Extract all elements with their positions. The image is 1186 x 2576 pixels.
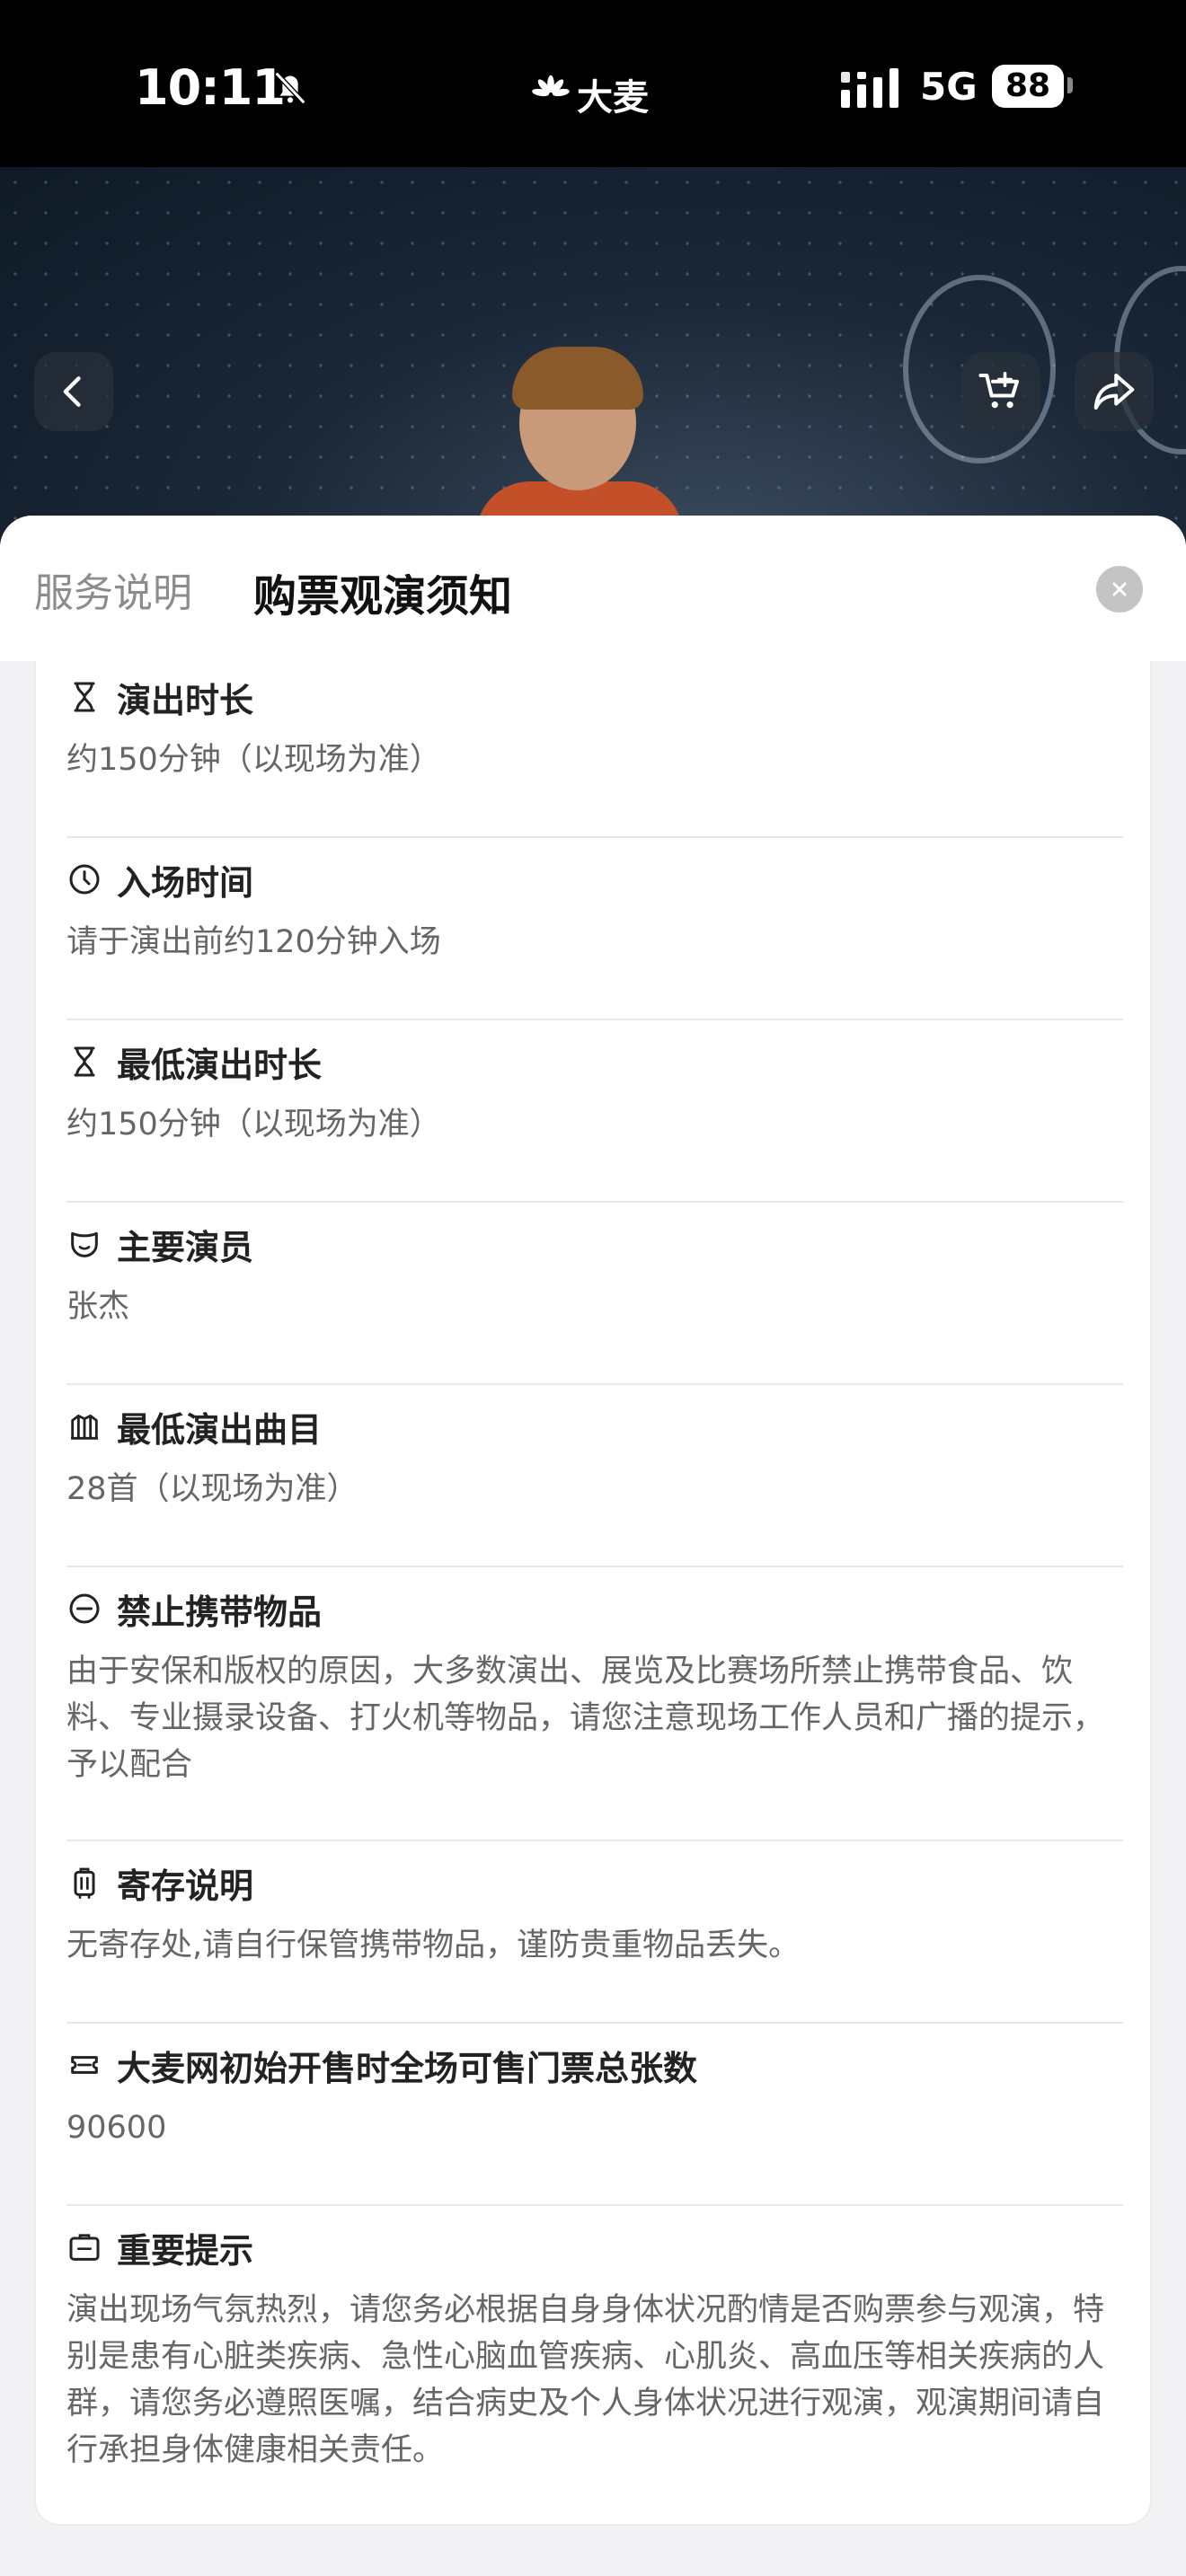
network-type: 5G: [920, 65, 978, 109]
clock-icon: [69, 864, 100, 895]
ticket-icon: [71, 2056, 98, 2074]
item-body: 请于演出前约120分钟入场: [66, 924, 441, 960]
divider: [66, 836, 1123, 838]
divider: [66, 2022, 1123, 2024]
notice-item-prohibited-items: 禁止携带物品 由于安保和版权的原因，大多数演出、展览及比赛场所禁止携带食品、饮料…: [66, 1585, 1123, 1788]
damai-logo-icon: [532, 75, 570, 97]
item-body: 约150分钟（以现场为准）: [66, 1107, 441, 1142]
cart-button[interactable]: [961, 352, 1040, 431]
divider: [66, 1839, 1123, 1841]
item-title: 最低演出曲目: [117, 1409, 323, 1450]
share-icon: [1093, 373, 1135, 410]
notice-item-min-duration: 最低演出时长 约150分钟（以现场为准）: [66, 1038, 1123, 1148]
music-sheet-icon: [71, 1414, 98, 1440]
chevron-left-icon: [63, 376, 81, 407]
close-button[interactable]: [1096, 566, 1143, 613]
hero-performer: [476, 347, 683, 544]
notice-item-min-songs: 最低演出曲目 28首（以现场为准）: [66, 1403, 1123, 1513]
notice-sheet: 服务说明 购票观演须知 演出时长 约150分钟（以现场为准） 入场时间 请于演出…: [0, 516, 1186, 2576]
item-body: 约150分钟（以现场为准）: [66, 742, 441, 778]
item-title: 寄存说明: [117, 1866, 254, 1906]
item-body: 张杰: [66, 1289, 130, 1325]
item-title: 大麦网初始开售时全场可售门票总张数: [117, 2048, 698, 2088]
hourglass-icon: [74, 682, 95, 712]
signal-icon: [841, 68, 898, 108]
notice-item-duration: 演出时长 约150分钟（以现场为准）: [66, 674, 1123, 783]
notice-item-ticket-total: 大麦网初始开售时全场可售门票总张数 90600: [66, 2042, 1123, 2151]
hero-image: [0, 167, 1186, 544]
divider: [66, 1566, 1123, 1567]
item-body: 90600: [66, 2110, 167, 2146]
divider: [66, 1201, 1123, 1203]
item-title: 入场时间: [117, 862, 254, 903]
status-bar: 10:11 大麦 5G 88: [0, 0, 1186, 167]
item-body: 无寄存处,请自行保管携带物品，谨防贵重物品丢失。: [66, 1928, 801, 1963]
item-body: 28首（以现场为准）: [66, 1471, 358, 1507]
hourglass-icon: [74, 1046, 95, 1077]
item-body: 演出现场气氛热烈，请您务必根据自身身体状况酌情是否购票参与观演，特别是患有心脏类…: [66, 2292, 1105, 2468]
item-title: 重要提示: [117, 2230, 254, 2271]
tab-service-info[interactable]: 服务说明: [34, 560, 192, 618]
sheet-header: 服务说明 购票观演须知: [0, 516, 1186, 661]
notice-item-entry-time: 入场时间 请于演出前约120分钟入场: [66, 856, 1123, 966]
luggage-icon: [74, 1867, 95, 1899]
status-time: 10:11: [135, 59, 286, 116]
battery-tip: [1067, 77, 1073, 93]
battery-icon: 88: [992, 65, 1064, 108]
tab-purchase-notice[interactable]: 购票观演须知: [253, 560, 512, 623]
item-body: 由于安保和版权的原因，大多数演出、展览及比赛场所禁止携带食品、饮料、专业摄录设备…: [66, 1654, 1105, 1783]
brand-name: 大麦: [577, 77, 649, 119]
mask-icon: [71, 1231, 98, 1257]
notice-icon: [69, 2234, 100, 2261]
prohibited-icon: [69, 1593, 100, 1624]
item-title: 演出时长: [117, 680, 254, 720]
item-title: 最低演出时长: [117, 1045, 323, 1085]
item-title: 禁止携带物品: [117, 1592, 323, 1632]
divider: [66, 1019, 1123, 1020]
divider: [66, 2204, 1123, 2206]
divider: [66, 1383, 1123, 1385]
item-title: 主要演员: [117, 1227, 254, 1267]
share-button[interactable]: [1075, 352, 1154, 431]
brand-logo: 大麦: [530, 68, 649, 120]
notice-card: 演出时长 约150分钟（以现场为准） 入场时间 请于演出前约120分钟入场 最低…: [34, 661, 1152, 2526]
back-button[interactable]: [34, 352, 113, 431]
bell-muted-icon: [274, 71, 306, 105]
notice-item-main-cast: 主要演员 张杰: [66, 1221, 1123, 1330]
close-icon: [1112, 582, 1127, 596]
cart-icon: [978, 371, 1020, 409]
notice-item-storage: 寄存说明 无寄存处,请自行保管携带物品，谨防贵重物品丢失。: [66, 1859, 1123, 1969]
notice-item-important: 重要提示 演出现场气氛热烈，请您务必根据自身身体状况酌情是否购票参与观演，特别是…: [66, 2224, 1123, 2474]
